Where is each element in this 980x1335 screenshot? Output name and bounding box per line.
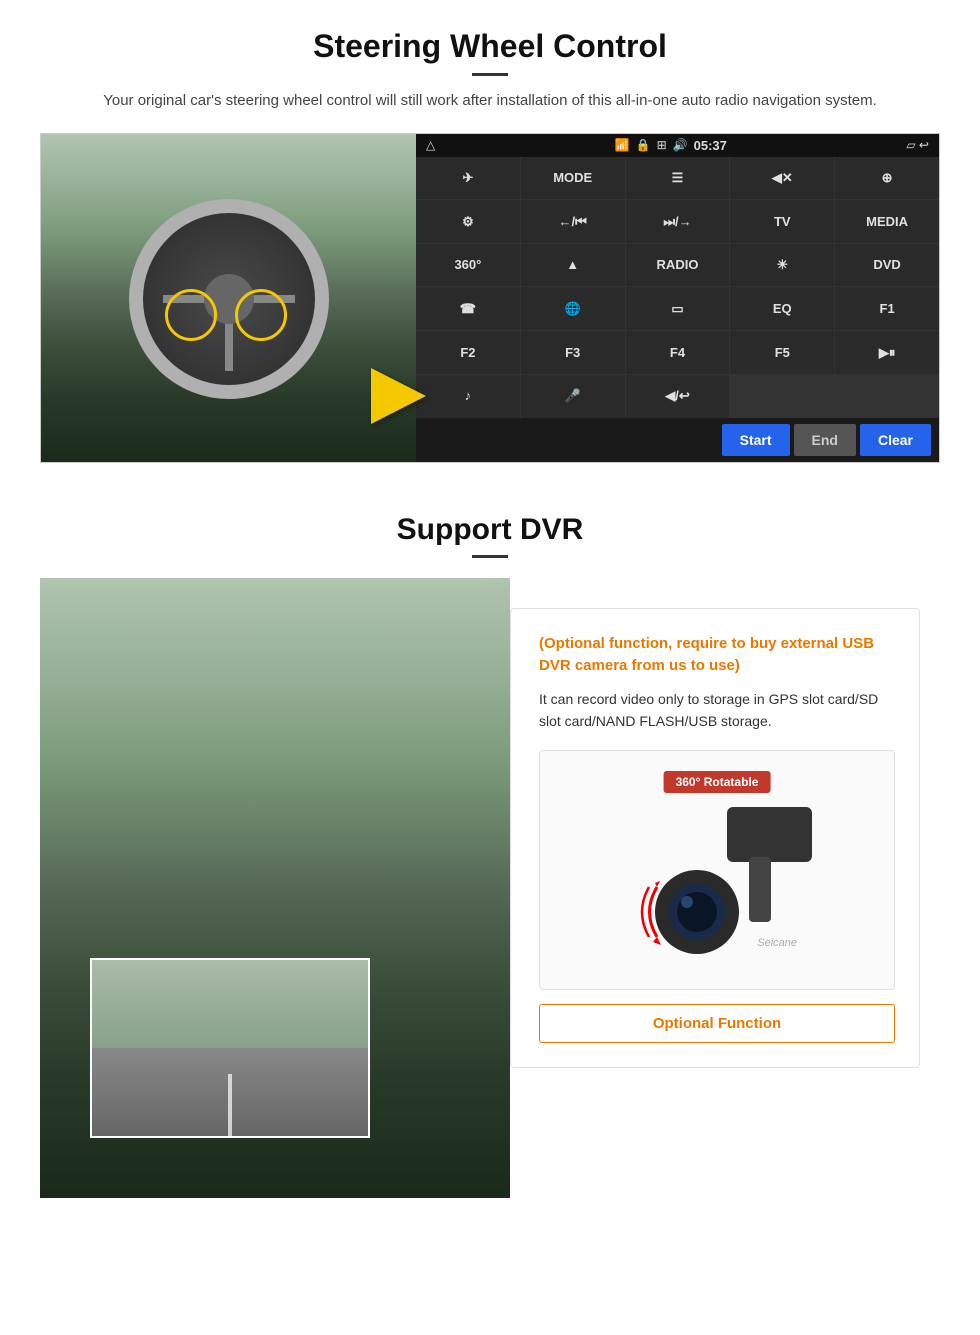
ui-btn-eject[interactable]: ▲ bbox=[521, 244, 625, 287]
dvr-optional-notice: (Optional function, require to buy exter… bbox=[539, 633, 895, 678]
highlight-circle-right bbox=[235, 289, 287, 341]
grid-icon: ⊞ bbox=[657, 138, 667, 152]
steering-wheel-section: Steering Wheel Control Your original car… bbox=[0, 0, 980, 483]
ui-btn-dvd[interactable]: DVD bbox=[835, 244, 939, 287]
inset-road bbox=[92, 1048, 368, 1136]
dvr-inset-image bbox=[90, 958, 370, 1138]
ui-btn-apps[interactable]: ⊕ bbox=[835, 157, 939, 200]
ui-btn-mode[interactable]: MODE bbox=[521, 157, 625, 200]
window-controls: ▱ ↩ bbox=[906, 138, 929, 152]
dvr-footage-area bbox=[40, 578, 510, 1198]
title-divider bbox=[472, 73, 508, 76]
ui-btn-next[interactable]: ⏭/→ bbox=[626, 200, 730, 243]
steering-wheel-photo bbox=[41, 134, 416, 463]
ui-btn-internet[interactable]: 🌐 bbox=[521, 287, 625, 330]
optional-function-button[interactable]: Optional Function bbox=[539, 1004, 895, 1043]
steering-demo-container: △ 📶 🔒 ⊞ 🔊 05:37 ▱ ↩ ✈ MODE ☰ bbox=[40, 133, 940, 463]
ui-btn-f3[interactable]: F3 bbox=[521, 331, 625, 374]
bottom-controls: Start End Clear bbox=[416, 418, 939, 462]
spoke-bottom bbox=[225, 321, 233, 371]
dvr-container: (Optional function, require to buy exter… bbox=[40, 578, 940, 1198]
status-bar: △ 📶 🔒 ⊞ 🔊 05:37 ▱ ↩ bbox=[416, 134, 939, 157]
ui-btn-playpause[interactable]: ▶⏸ bbox=[835, 331, 939, 374]
back-icon: ↩ bbox=[919, 138, 929, 152]
ui-btn-window[interactable]: ▭ bbox=[626, 287, 730, 330]
ui-btn-f2[interactable]: F2 bbox=[416, 331, 520, 374]
ui-btn-settings[interactable]: ⚙ bbox=[416, 200, 520, 243]
ui-btn-prev[interactable]: ←/⏮ bbox=[521, 200, 625, 243]
ui-btn-music[interactable]: ♪ bbox=[416, 375, 520, 418]
highlight-circle-left bbox=[165, 289, 217, 341]
ui-btn-mute[interactable]: ◀✕ bbox=[730, 157, 834, 200]
volume-icon: 🔊 bbox=[673, 138, 688, 152]
watermark: Seicane bbox=[757, 937, 797, 949]
dvr-title: Support DVR bbox=[40, 513, 940, 547]
bottom-gap bbox=[0, 1198, 980, 1238]
clear-button[interactable]: Clear bbox=[860, 424, 931, 456]
status-icons-group: 📶 🔒 ⊞ 🔊 05:37 bbox=[615, 138, 727, 153]
direction-arrow bbox=[371, 368, 426, 424]
ui-btn-voldown[interactable]: ◀/↩ bbox=[626, 375, 730, 418]
start-button[interactable]: Start bbox=[722, 424, 790, 456]
ui-btn-360[interactable]: 360° bbox=[416, 244, 520, 287]
ui-control-panel: △ 📶 🔒 ⊞ 🔊 05:37 ▱ ↩ ✈ MODE ☰ bbox=[416, 134, 939, 462]
ui-btn-tv[interactable]: TV bbox=[730, 200, 834, 243]
minimize-icon: ▱ bbox=[906, 138, 915, 152]
button-grid: ✈ MODE ☰ ◀✕ ⊕ ⚙ ←/⏮ ⏭/→ TV MEDIA 360° ▲ … bbox=[416, 157, 939, 418]
steering-wheel bbox=[129, 199, 329, 399]
ui-btn-f5[interactable]: F5 bbox=[730, 331, 834, 374]
wifi-icon: 📶 bbox=[615, 138, 630, 152]
ui-btn-eq[interactable]: EQ bbox=[730, 287, 834, 330]
ui-btn-mic[interactable]: 🎤 bbox=[521, 375, 625, 418]
ui-btn-media[interactable]: MEDIA bbox=[835, 200, 939, 243]
support-dvr-section: Support DVR (Optional function, require … bbox=[0, 483, 980, 1198]
camera-svg bbox=[627, 797, 827, 967]
ui-btn-f1[interactable]: F1 bbox=[835, 287, 939, 330]
home-icon: △ bbox=[426, 138, 435, 152]
section-subtitle: Your original car's steering wheel contr… bbox=[80, 90, 900, 113]
page-title: Steering Wheel Control bbox=[40, 28, 940, 65]
ui-btn-menu[interactable]: ☰ bbox=[626, 157, 730, 200]
ui-btn-f4[interactable]: F4 bbox=[626, 331, 730, 374]
dvr-title-divider bbox=[472, 555, 508, 558]
status-time: 05:37 bbox=[694, 138, 727, 153]
end-button[interactable]: End bbox=[794, 424, 856, 456]
arrow-shape bbox=[371, 368, 426, 424]
lock-icon: 🔒 bbox=[636, 138, 651, 152]
dvr-info-card: (Optional function, require to buy exter… bbox=[510, 608, 920, 1069]
ui-btn-brightness[interactable]: ☀ bbox=[730, 244, 834, 287]
dvr-description: It can record video only to storage in G… bbox=[539, 688, 895, 733]
ui-btn-nav[interactable]: ✈ bbox=[416, 157, 520, 200]
rotatable-badge: 360° Rotatable bbox=[664, 771, 771, 793]
ui-btn-phone[interactable]: ☎ bbox=[416, 287, 520, 330]
camera-illustration-box: 360° Rotatable bbox=[539, 750, 895, 990]
camera-svg-area: Seicane bbox=[627, 797, 807, 957]
ui-btn-radio[interactable]: RADIO bbox=[626, 244, 730, 287]
